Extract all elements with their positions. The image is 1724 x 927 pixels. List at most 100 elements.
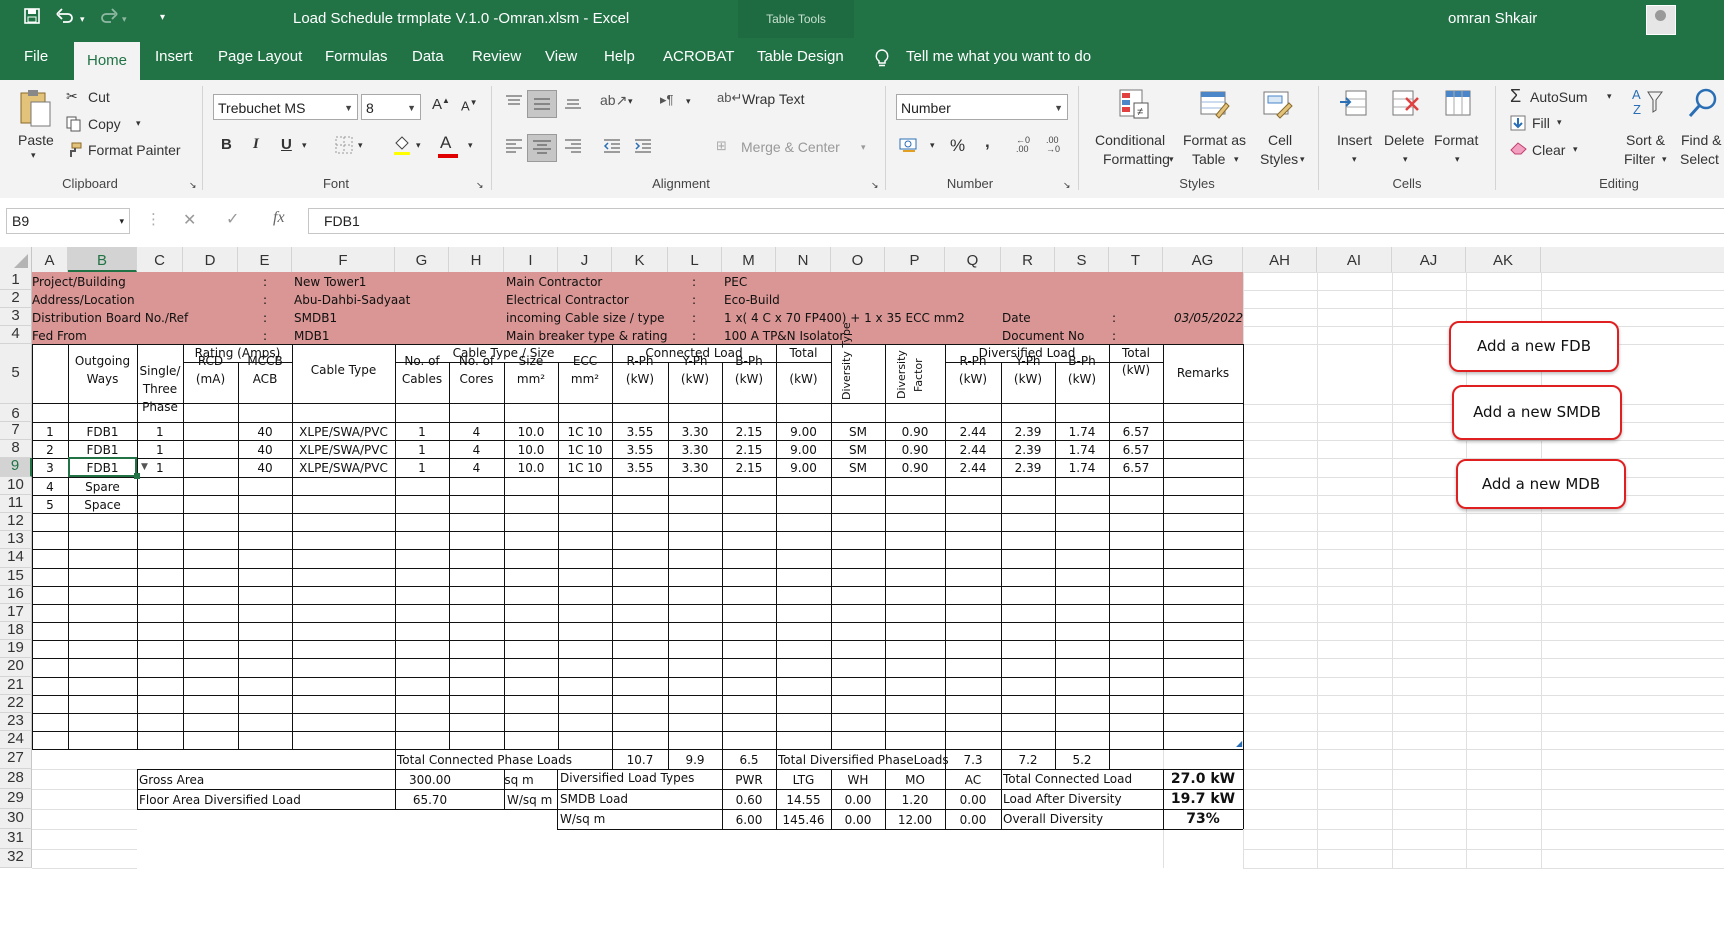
column-header-b[interactable]: B (68, 247, 137, 272)
cell-ways[interactable]: FDB1 (68, 425, 137, 439)
cell-y[interactable]: 3.30 (668, 443, 722, 457)
column-header-j[interactable]: J (558, 247, 612, 272)
column-header-i[interactable]: I (504, 247, 558, 272)
font-name-select[interactable]: Trebuchet MS ▼ (213, 94, 358, 120)
bold-button[interactable]: B (221, 136, 232, 153)
column-header-h[interactable]: H (449, 247, 504, 272)
cell-ways[interactable]: Spare (68, 480, 137, 494)
info-value[interactable]: New Tower1 (294, 275, 366, 289)
align-bottom-icon[interactable] (564, 94, 582, 113)
row-header-18[interactable]: 18 (0, 622, 32, 640)
cell-ecc[interactable]: 1C 10 (558, 443, 612, 457)
cell-ecc[interactable]: 1C 10 (558, 425, 612, 439)
cell-cables[interactable]: 1 (395, 425, 449, 439)
column-header-t[interactable]: T (1109, 247, 1163, 272)
underline-button[interactable]: U (281, 136, 292, 153)
column-header-s[interactable]: S (1055, 247, 1109, 272)
column-header-ag[interactable]: AG (1163, 247, 1243, 272)
table-resize-icon[interactable]: ◢ (1236, 739, 1242, 748)
cell-dy[interactable]: 2.39 (1001, 461, 1055, 475)
row-header-13[interactable]: 13 (0, 531, 32, 549)
cancel-icon[interactable]: ✕ (183, 210, 196, 230)
wrap-text-icon[interactable]: ab↵ (717, 90, 742, 106)
row-header-22[interactable]: 22 (0, 695, 32, 713)
cell-cores[interactable]: 4 (449, 425, 504, 439)
paste-icon[interactable] (18, 88, 52, 128)
accounting-dropdown-icon[interactable]: ▾ (930, 140, 935, 151)
conditional-dropdown-icon[interactable]: ▾ (1169, 154, 1174, 165)
cell-total[interactable]: 9.00 (776, 461, 831, 475)
row-header-7[interactable]: 7 (0, 422, 32, 440)
name-box[interactable]: B9 ▾ (6, 208, 130, 234)
cell-ways[interactable]: FDB1 (68, 443, 137, 457)
cell-dfactor[interactable]: 0.90 (885, 443, 945, 457)
sort-dropdown-icon[interactable]: ▾ (1662, 154, 1667, 165)
cell-dtype[interactable]: SM (831, 425, 885, 439)
row-header-11[interactable]: 11 (0, 495, 32, 513)
text-direction-dropdown-icon[interactable]: ▾ (686, 96, 691, 107)
underline-dropdown-icon[interactable]: ▾ (302, 140, 307, 151)
format-painter-icon[interactable] (66, 142, 82, 161)
font-color-dropdown-icon[interactable]: ▾ (468, 140, 473, 151)
format-dropdown-icon[interactable]: ▾ (1455, 154, 1460, 165)
merge-center-icon[interactable]: ⊞ (716, 138, 727, 154)
format-as-table-button[interactable]: Format as (1183, 132, 1246, 148)
align-middle-button[interactable] (527, 90, 557, 118)
row-header-27[interactable]: 27 (0, 749, 32, 769)
cell-dtotal[interactable]: 6.57 (1109, 461, 1163, 475)
cell-b[interactable]: 2.15 (722, 443, 776, 457)
fill-color-icon[interactable] (392, 134, 412, 159)
percent-button[interactable]: % (950, 136, 965, 156)
insert-cells-icon[interactable] (1338, 88, 1370, 120)
cell-phase[interactable]: 1 (156, 461, 164, 475)
redo-dropdown-icon[interactable]: ▾ (122, 14, 127, 25)
customize-toolbar-icon[interactable]: ▾ (160, 12, 165, 23)
row-header-8[interactable]: 8 (0, 440, 32, 458)
cell-cables[interactable]: 1 (395, 443, 449, 457)
orientation-icon[interactable]: ab↗ (600, 92, 627, 109)
tab-data[interactable]: Data (412, 48, 444, 65)
cell-ecc[interactable]: 1C 10 (558, 461, 612, 475)
gross-area-value[interactable]: 300.00 (395, 773, 465, 787)
cell-cable[interactable]: XLPE/SWA/PVC (292, 461, 395, 475)
find-select-button[interactable]: Find & (1681, 132, 1721, 148)
column-header-k[interactable]: K (612, 247, 668, 272)
row-header-15[interactable]: 15 (0, 568, 32, 586)
row-header-9[interactable]: 9 (0, 458, 32, 477)
cell-size[interactable]: 10.0 (504, 443, 558, 457)
merge-dropdown-icon[interactable]: ▾ (861, 142, 866, 153)
column-header-n[interactable]: N (776, 247, 831, 272)
tab-file[interactable]: File (24, 48, 48, 65)
cell-size[interactable]: 10.0 (504, 425, 558, 439)
autosum-icon[interactable]: Σ (1510, 86, 1521, 107)
cell-styles-button[interactable]: Cell (1268, 132, 1292, 148)
delete-dropdown-icon[interactable]: ▾ (1403, 154, 1408, 165)
number-format-select[interactable]: Number ▼ (896, 94, 1068, 120)
cell-dy[interactable]: 2.39 (1001, 443, 1055, 457)
add-new-fdb-button[interactable]: Add a new FDB (1449, 321, 1619, 372)
cell-dr[interactable]: 2.44 (945, 443, 1001, 457)
save-icon[interactable] (24, 8, 40, 29)
increase-indent-icon[interactable] (634, 138, 652, 157)
accounting-format-icon[interactable] (899, 136, 919, 157)
column-header-g[interactable]: G (395, 247, 449, 272)
avatar[interactable] (1646, 5, 1676, 35)
delete-cells-button[interactable]: Delete (1384, 132, 1424, 148)
cell-dfactor[interactable]: 0.90 (885, 425, 945, 439)
info-value[interactable]: 100 A TP&N Isolator (724, 329, 844, 343)
cell-db[interactable]: 1.74 (1055, 461, 1109, 475)
cell-dy[interactable]: 2.39 (1001, 425, 1055, 439)
wrap-text-button[interactable]: Wrap Text (742, 91, 805, 107)
merge-center-button[interactable]: Merge & Center (741, 139, 840, 155)
clear-dropdown-icon[interactable]: ▾ (1573, 144, 1578, 155)
cell-no[interactable]: 3 (32, 461, 68, 475)
comma-style-button[interactable]: , (985, 132, 990, 152)
autosum-dropdown-icon[interactable]: ▾ (1607, 91, 1612, 102)
orientation-dropdown-icon[interactable]: ▾ (628, 96, 633, 107)
select-all-button[interactable] (0, 247, 32, 272)
copy-dropdown-icon[interactable]: ▾ (136, 118, 141, 129)
cell-y[interactable]: 3.30 (668, 425, 722, 439)
copy-icon[interactable] (66, 116, 82, 135)
tell-me-search[interactable]: Tell me what you want to do (906, 48, 1091, 65)
column-header-aj[interactable]: AJ (1392, 247, 1466, 272)
